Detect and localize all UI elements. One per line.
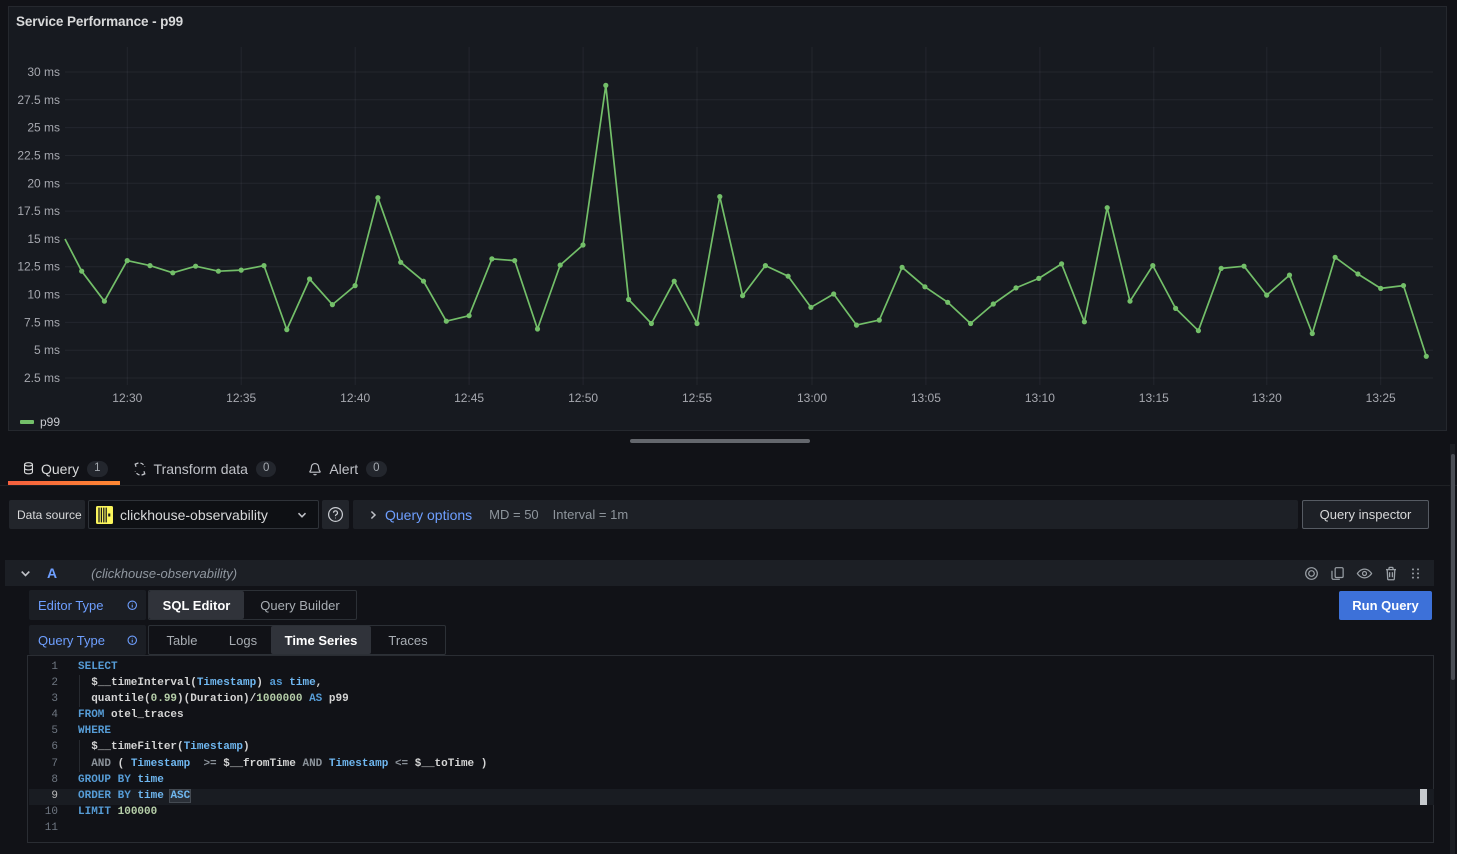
svg-text:12:45: 12:45 — [454, 391, 484, 405]
svg-text:13:25: 13:25 — [1366, 391, 1396, 405]
svg-text:13:15: 13:15 — [1139, 391, 1169, 405]
svg-text:20 ms: 20 ms — [27, 176, 60, 190]
svg-text:13:00: 13:00 — [797, 391, 827, 405]
svg-text:2.5 ms: 2.5 ms — [24, 371, 60, 385]
svg-text:5 ms: 5 ms — [34, 343, 60, 357]
svg-text:15 ms: 15 ms — [27, 232, 60, 246]
svg-text:13:10: 13:10 — [1025, 391, 1055, 405]
svg-text:12.5 ms: 12.5 ms — [17, 260, 60, 274]
svg-text:12:35: 12:35 — [226, 391, 256, 405]
svg-text:12:30: 12:30 — [112, 391, 142, 405]
svg-text:13:05: 13:05 — [911, 391, 941, 405]
svg-text:25 ms: 25 ms — [27, 121, 60, 135]
svg-text:17.5 ms: 17.5 ms — [17, 204, 60, 218]
svg-text:13:20: 13:20 — [1252, 391, 1282, 405]
svg-text:27.5 ms: 27.5 ms — [17, 93, 60, 107]
svg-text:12:55: 12:55 — [682, 391, 712, 405]
svg-text:22.5 ms: 22.5 ms — [17, 149, 60, 163]
svg-text:12:50: 12:50 — [568, 391, 598, 405]
svg-text:7.5 ms: 7.5 ms — [24, 315, 60, 329]
svg-text:30 ms: 30 ms — [27, 65, 60, 79]
svg-text:10 ms: 10 ms — [27, 288, 60, 302]
svg-text:12:40: 12:40 — [340, 391, 370, 405]
